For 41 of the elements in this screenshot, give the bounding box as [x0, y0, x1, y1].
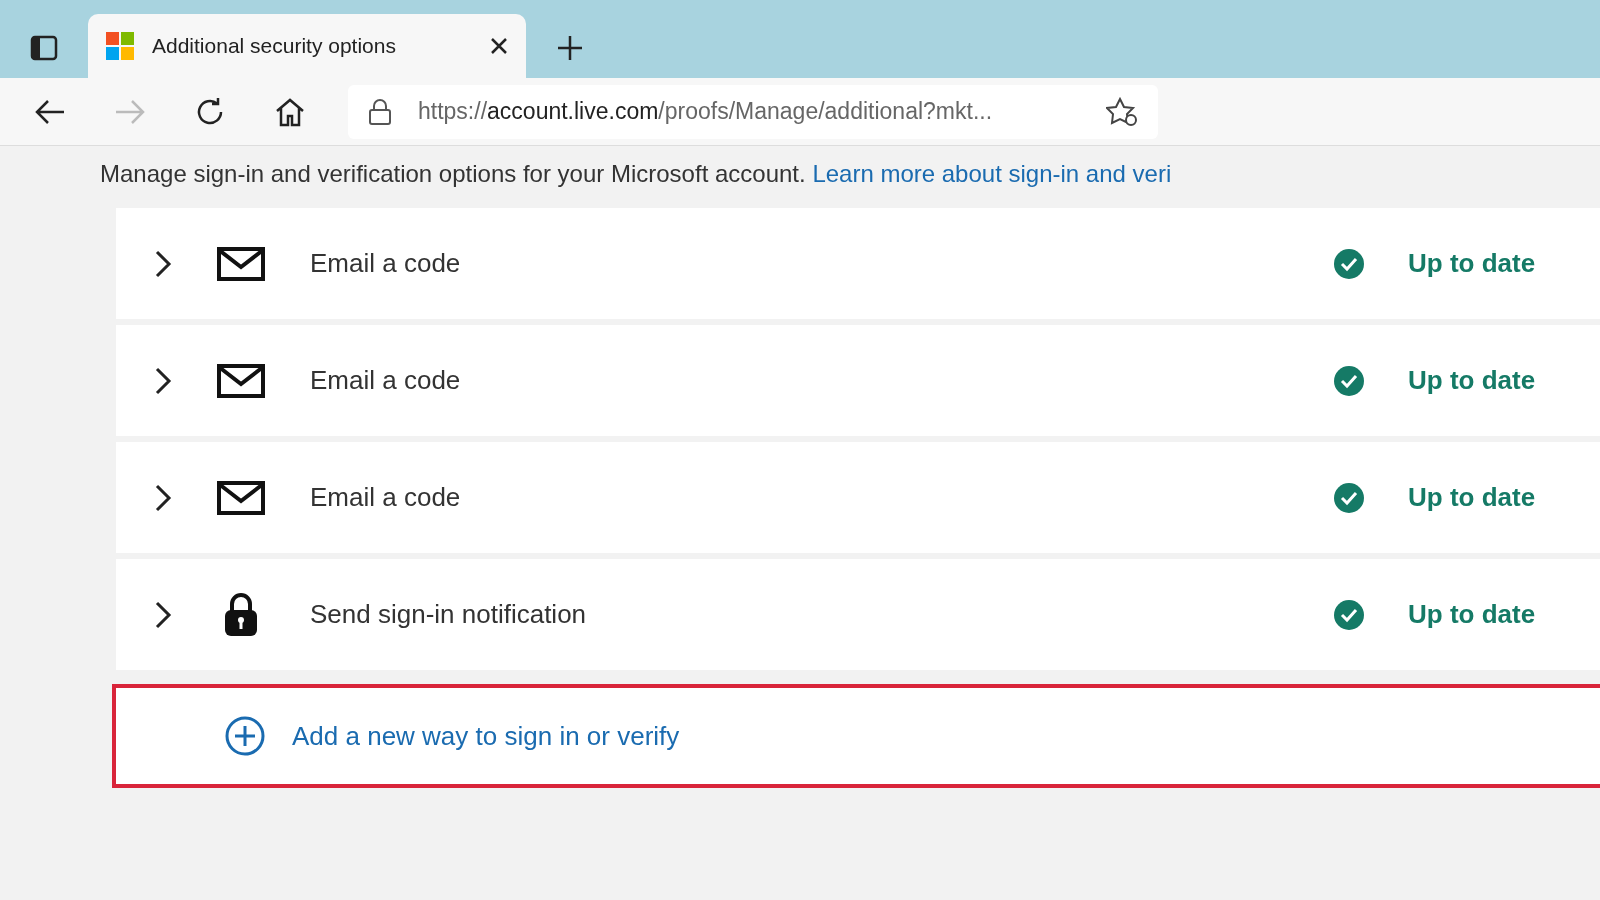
- method-label: Email a code: [310, 248, 462, 279]
- address-bar[interactable]: https://account.live.com/proofs/Manage/additional?mkt...: [348, 84, 1158, 139]
- intro-text: Manage sign-in and verification options for your Microsoft account. Learn more about sign-in and veri: [100, 160, 1173, 188]
- four-squares-logo-icon: [106, 32, 134, 60]
- plus-circle-icon: [224, 715, 266, 757]
- envelope-icon: [217, 480, 265, 515]
- status-text: Up to date: [1408, 599, 1536, 630]
- chevron-right-icon[interactable]: [154, 365, 172, 396]
- check-circle-icon: [1334, 365, 1364, 396]
- check-circle-icon: [1334, 599, 1364, 630]
- method-row[interactable]: Send sign-in notification Up to date: [116, 559, 1600, 670]
- envelope-icon: [217, 363, 265, 398]
- arrow-left-icon: [34, 98, 66, 125]
- method-label: Email a code: [310, 482, 462, 513]
- url-text: https://account.live.com/proofs/Manage/additional?mkt...: [418, 98, 994, 125]
- learn-more-link[interactable]: Learn more about sign-in and veri: [812, 160, 1172, 187]
- chevron-right-icon[interactable]: [154, 482, 172, 513]
- plus-icon: [557, 35, 583, 61]
- padlock-icon: [223, 591, 259, 638]
- arrow-right-icon: [114, 98, 146, 125]
- check-circle-icon: [1334, 248, 1364, 279]
- padlock-icon: [368, 97, 392, 126]
- method-label: Send sign-in notification: [310, 599, 588, 630]
- check-circle-icon: [1334, 482, 1364, 513]
- tab-title: Additional security options: [152, 34, 397, 58]
- browser-tab[interactable]: Additional security options: [88, 14, 526, 78]
- tabs-panel-icon: [30, 35, 58, 61]
- chevron-right-icon[interactable]: [154, 599, 172, 630]
- home-icon: [274, 96, 306, 127]
- status-text: Up to date: [1408, 365, 1536, 396]
- method-row[interactable]: Email a code Up to date: [116, 325, 1600, 436]
- envelope-icon: [217, 246, 265, 281]
- add-method-button[interactable]: Add a new way to sign in or verify: [112, 684, 1600, 788]
- close-icon[interactable]: [490, 37, 508, 55]
- star-plus-icon[interactable]: [1106, 96, 1138, 127]
- method-row[interactable]: Email a code Up to date: [116, 442, 1600, 553]
- chevron-right-icon[interactable]: [154, 248, 172, 279]
- method-row[interactable]: Email a code Up to date: [116, 208, 1600, 319]
- status-text: Up to date: [1408, 248, 1536, 279]
- status-text: Up to date: [1408, 482, 1536, 513]
- method-label: Email a code: [310, 365, 462, 396]
